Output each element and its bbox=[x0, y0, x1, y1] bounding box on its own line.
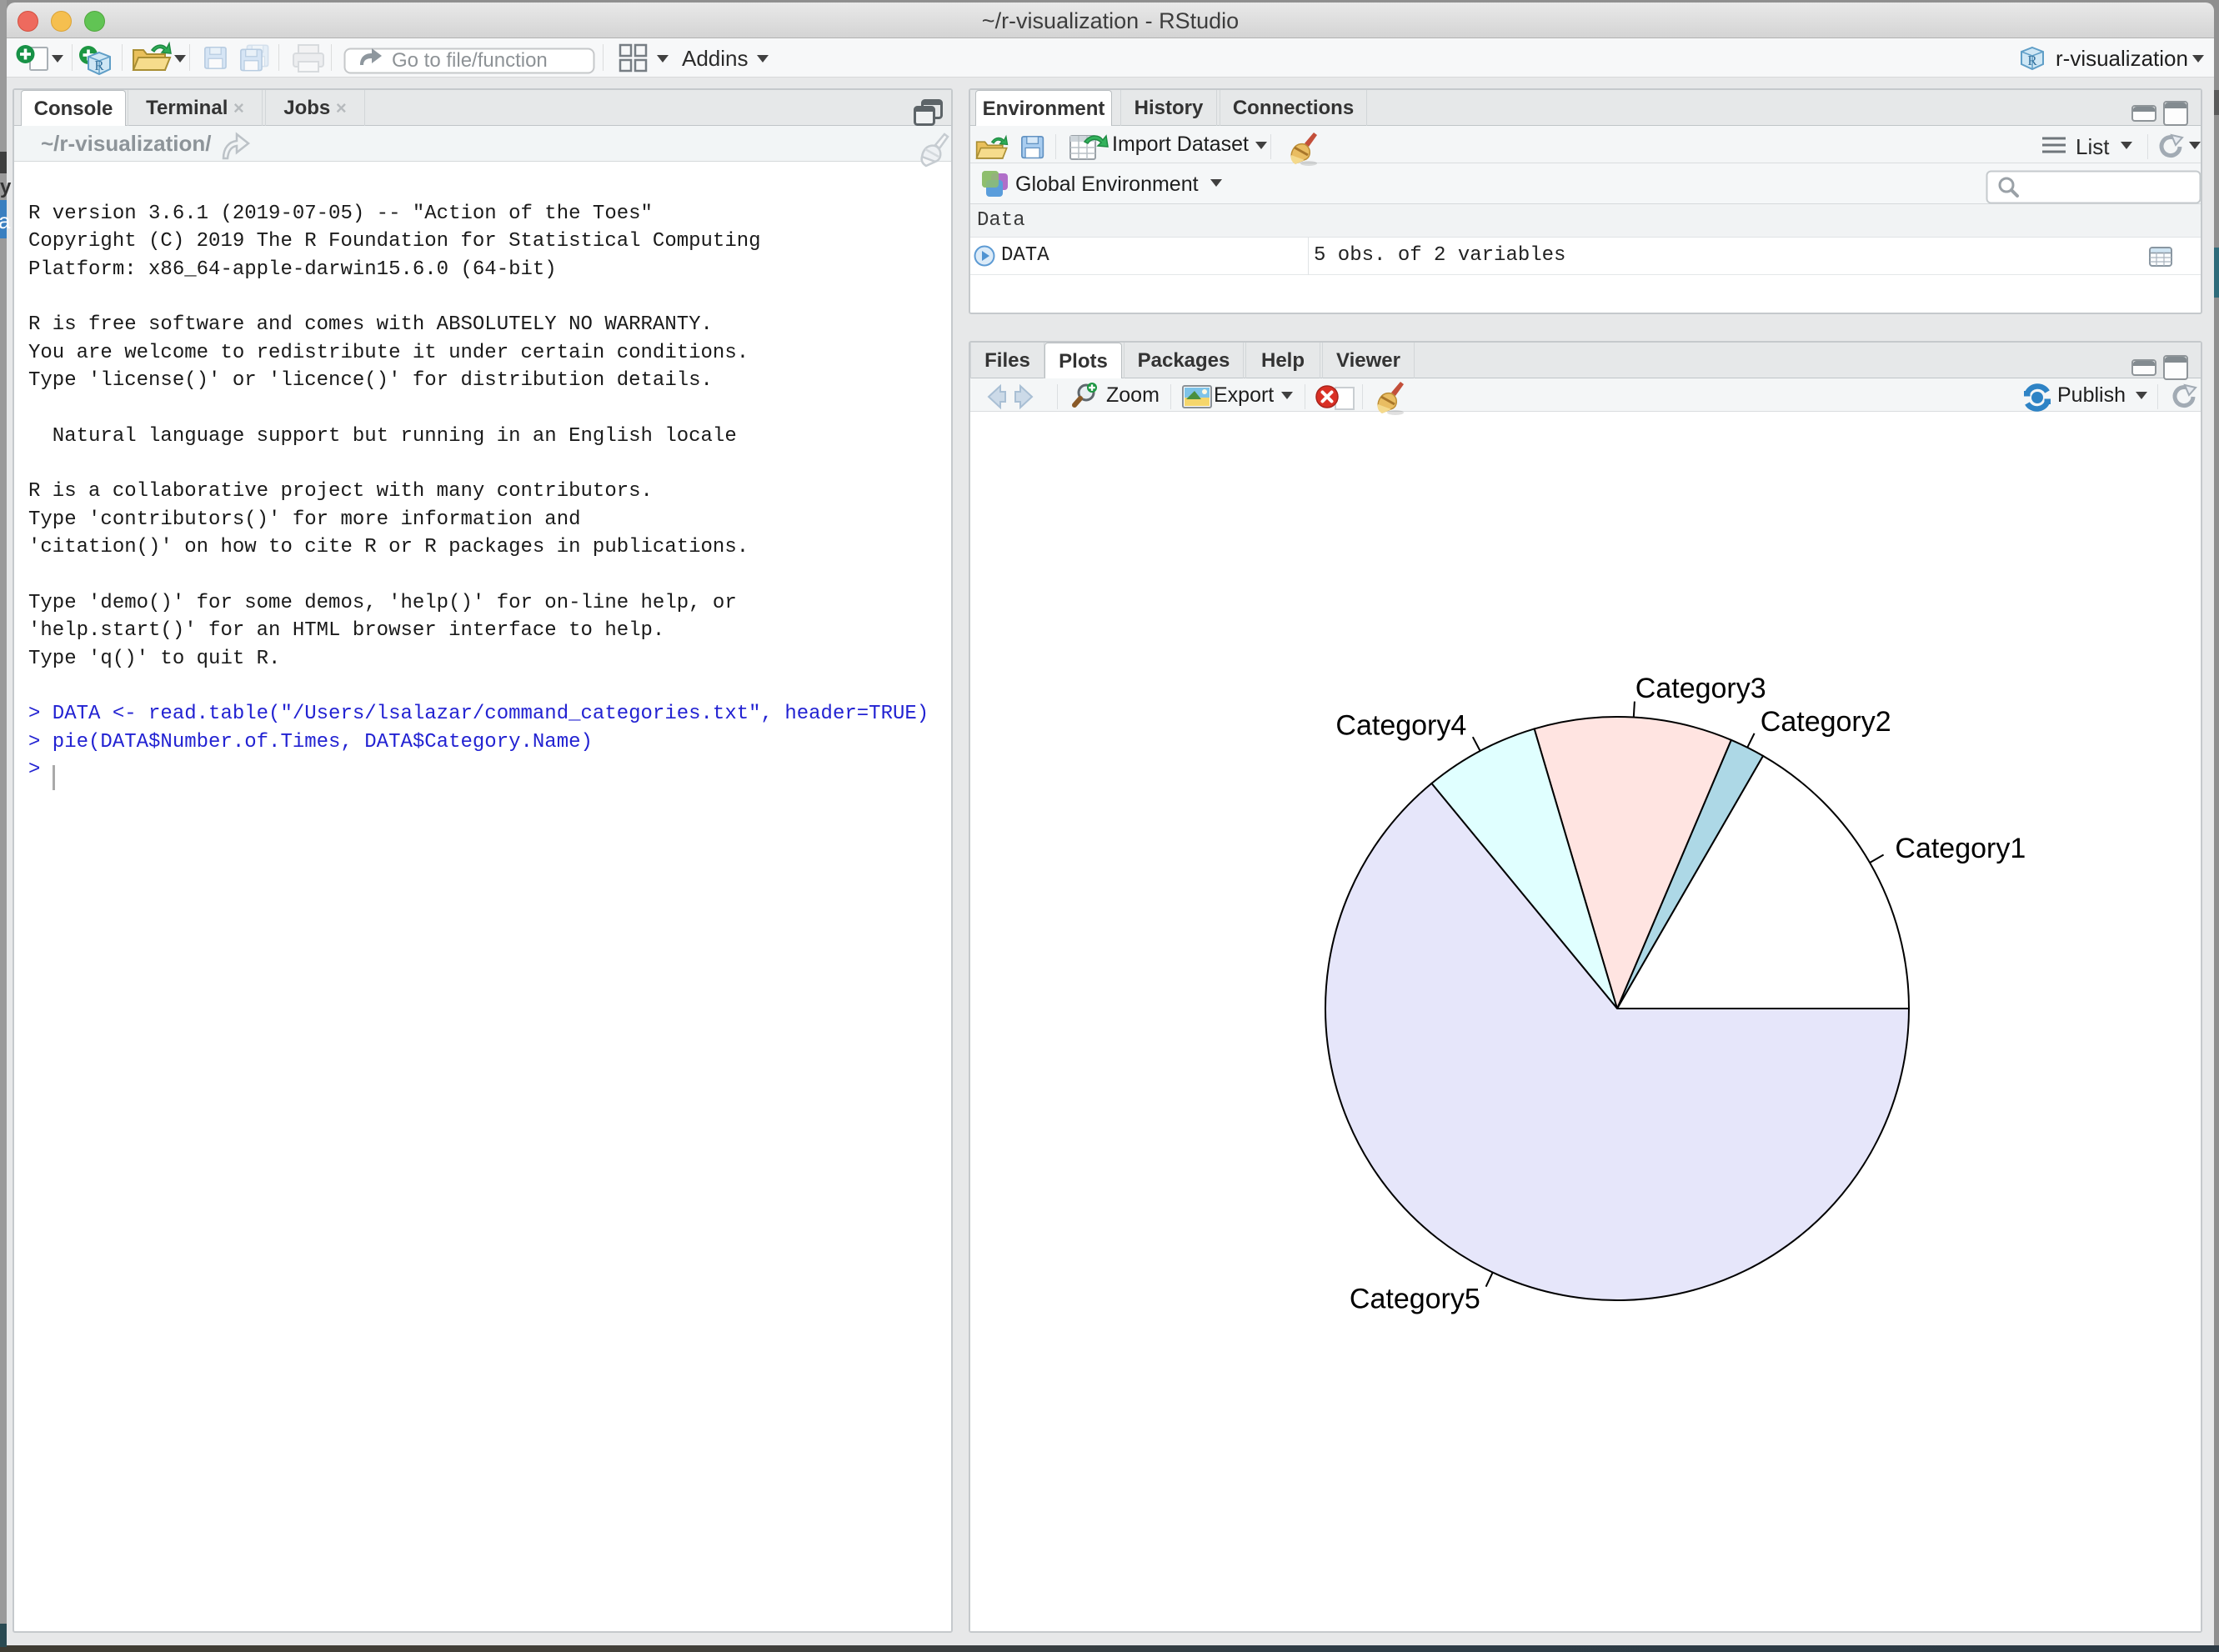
svg-text:List: List bbox=[2076, 134, 2110, 159]
svg-text:y: y bbox=[0, 176, 12, 198]
svg-text:a: a bbox=[0, 208, 11, 233]
